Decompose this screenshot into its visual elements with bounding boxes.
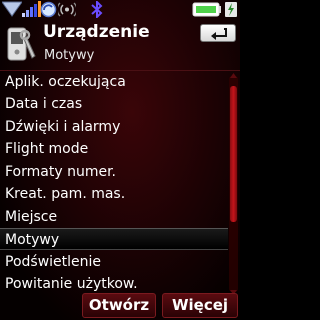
list-item-number-formats[interactable]: Formaty numer.	[0, 161, 228, 183]
back-button[interactable]	[200, 24, 236, 42]
status-bar	[0, 0, 240, 19]
back-arrow-icon	[211, 28, 227, 40]
settings-list: Aplik. oczekująca Data i czas Dźwięki i …	[0, 70, 240, 294]
open-softkey[interactable]: Otwórz	[82, 293, 156, 318]
phone-screen: Urządzenie Motywy Aplik. oczekująca Data…	[0, 0, 240, 320]
charging-icon	[225, 2, 237, 17]
radio-icon	[58, 2, 76, 17]
list-item-mass-storage[interactable]: Kreat. pam. mas.	[0, 183, 228, 205]
list-item-themes[interactable]: Motywy	[0, 228, 228, 250]
page-title: Urządzenie	[43, 22, 150, 42]
sync-icon	[40, 1, 57, 18]
phone-settings-icon	[7, 27, 36, 61]
network-bars-icon	[22, 1, 41, 17]
list-item-date-time[interactable]: Data i czas	[0, 93, 228, 115]
list-item-flight-mode[interactable]: Flight mode	[0, 138, 228, 160]
bluetooth-icon	[91, 1, 103, 18]
signal-strength-icon	[2, 1, 22, 17]
scrollbar-thumb[interactable]	[230, 86, 237, 222]
battery-icon	[192, 2, 221, 17]
header: Urządzenie Motywy	[0, 19, 240, 69]
page-subtitle: Motywy	[44, 48, 95, 63]
more-softkey[interactable]: Więcej	[162, 293, 238, 318]
scroll-up-icon	[230, 73, 237, 78]
list-item-location[interactable]: Miejsce	[0, 206, 228, 228]
list-item-welcome-note[interactable]: Powitanie użytkow.	[0, 273, 228, 295]
list-item-standby-app[interactable]: Aplik. oczekująca	[0, 71, 228, 93]
list-item-backlight[interactable]: Podświetlenie	[0, 251, 228, 273]
list-item-sounds-alarms[interactable]: Dźwięki i alarmy	[0, 116, 228, 138]
